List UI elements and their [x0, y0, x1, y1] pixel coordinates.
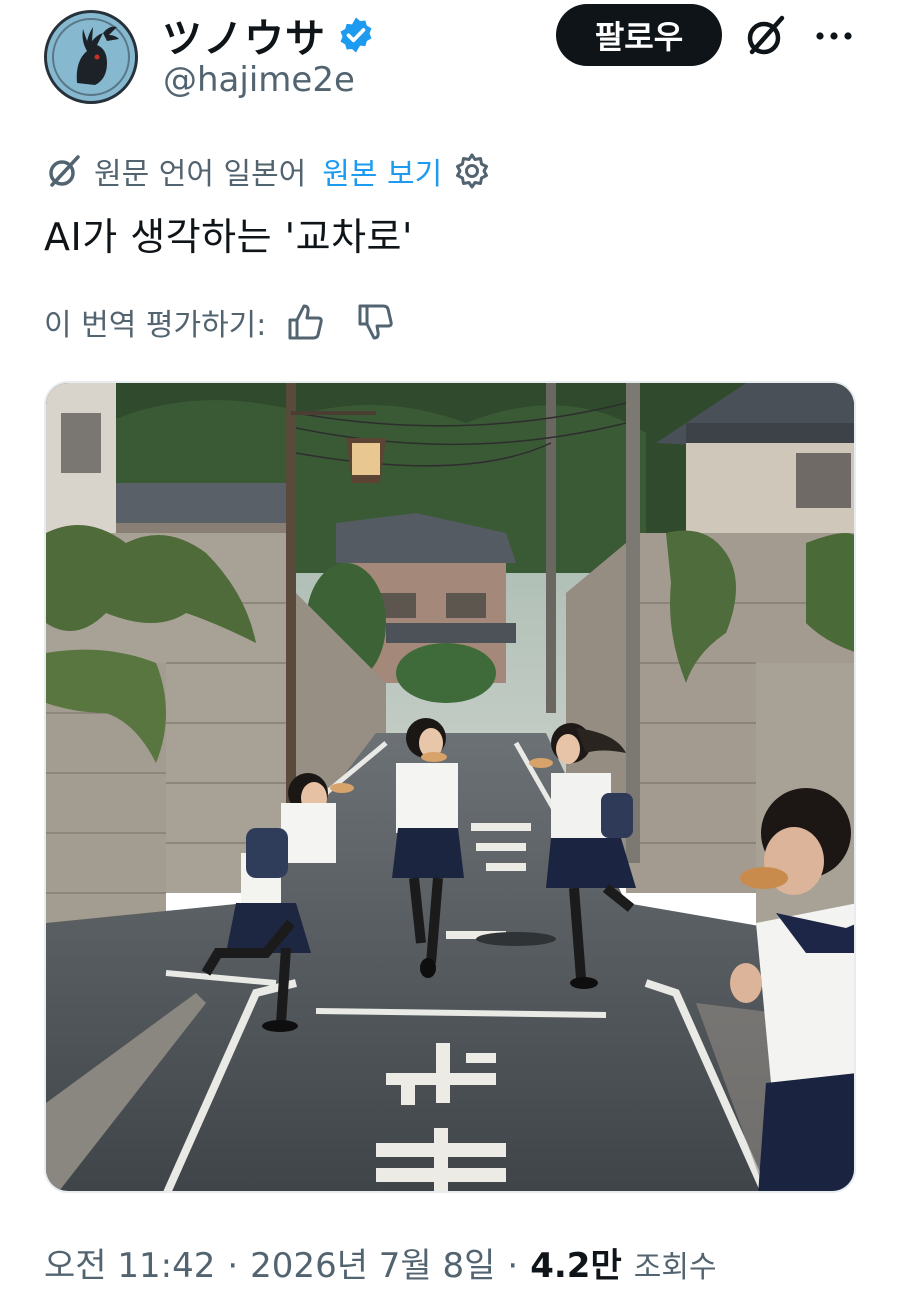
street-photo [46, 383, 854, 1191]
post-date[interactable]: 2026년 7월 8일 [250, 1238, 495, 1287]
rate-translation-label: 이 번역 평가하기: [44, 308, 267, 343]
follow-button[interactable]: 팔로우 [556, 4, 722, 66]
post-image[interactable] [44, 381, 856, 1193]
post-time[interactable]: 오전 11:42 [44, 1238, 215, 1287]
thumbs-down-icon[interactable] [354, 300, 398, 344]
post-meta: 오전 11:42 · 2026년 7월 8일 · 4.2만 조회수 [44, 1238, 717, 1287]
translation-info: 원문 언어 일본어 원본 보기 [44, 148, 492, 194]
verified-badge-icon [340, 17, 372, 53]
rate-translation: 이 번역 평가하기: [44, 296, 398, 348]
gear-icon[interactable] [452, 151, 492, 191]
handle[interactable]: @hajime2e [163, 60, 355, 100]
more-icon [816, 32, 852, 40]
separator: · [227, 1246, 239, 1286]
display-name[interactable]: ツノウサ [162, 6, 376, 64]
thumbs-up-icon[interactable] [284, 300, 328, 344]
grok-button[interactable] [742, 12, 790, 60]
post-text: AI가 생각하는 '교차로' [44, 215, 413, 259]
grok-icon [49, 155, 80, 187]
horned-rabbit-avatar-icon [47, 13, 135, 101]
more-button[interactable] [812, 16, 856, 56]
display-name-text: ツノウサ [162, 16, 326, 62]
separator: · [507, 1246, 519, 1286]
views-label: 조회수 [633, 1250, 717, 1285]
show-original-link[interactable]: 원본 보기 [322, 149, 442, 193]
avatar[interactable] [44, 10, 138, 104]
grok-icon [747, 15, 785, 55]
translation-source-label: 원문 언어 일본어 [94, 157, 307, 192]
tweet-page: ツノウサ @hajime2e 팔로우 원문 언어 일본어 원본 보기 AI가 생… [0, 0, 900, 1290]
views-count: 4.2만 [530, 1246, 622, 1286]
